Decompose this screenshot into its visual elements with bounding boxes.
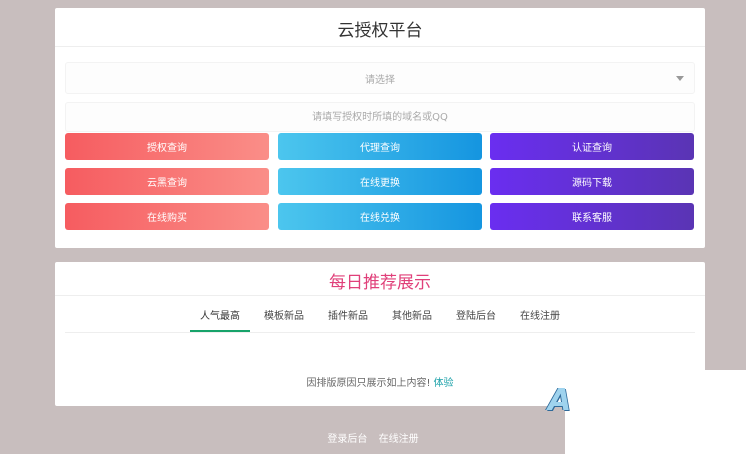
- auth-card: 云授权平台 请选择 授权查询 代理查询 认证查询 云黑查询 在线更换 源码下载 …: [55, 8, 705, 248]
- blacklist-query-button[interactable]: 云黑查询: [65, 168, 269, 195]
- auth-query-button[interactable]: 授权查询: [65, 133, 269, 160]
- blank-overlay: [565, 370, 746, 454]
- try-link[interactable]: 体验: [434, 378, 454, 389]
- online-change-button[interactable]: 在线更换: [278, 168, 482, 195]
- agent-query-button[interactable]: 代理查询: [278, 133, 482, 160]
- source-download-button[interactable]: 源码下载: [490, 168, 694, 195]
- tab-template-new[interactable]: 模板新品: [252, 308, 316, 332]
- certify-query-button[interactable]: 认证查询: [490, 133, 694, 160]
- watermark-logo: A: [548, 383, 572, 418]
- type-select-placeholder: 请选择: [365, 74, 395, 86]
- domain-qq-input[interactable]: [65, 102, 695, 132]
- tabs-divider: [65, 332, 695, 333]
- tab-register[interactable]: 在线注册: [508, 308, 572, 332]
- title-divider: [55, 46, 705, 47]
- tab-login-backend[interactable]: 登陆后台: [444, 308, 508, 332]
- contact-support-button[interactable]: 联系客服: [490, 203, 694, 230]
- type-select[interactable]: 请选择: [65, 62, 695, 94]
- online-redeem-button[interactable]: 在线兑换: [278, 203, 482, 230]
- online-buy-button[interactable]: 在线购买: [65, 203, 269, 230]
- tab-popular[interactable]: 人气最高: [188, 308, 252, 332]
- title-divider: [55, 295, 705, 296]
- auth-card-title: 云授权平台: [337, 21, 423, 41]
- recommend-card-title: 每日推荐展示: [329, 273, 431, 293]
- tab-other-new[interactable]: 其他新品: [380, 308, 444, 332]
- tab-plugin-new[interactable]: 插件新品: [316, 308, 380, 332]
- recommend-tabs: 人气最高 模板新品 插件新品 其他新品 登陆后台 在线注册: [55, 308, 705, 332]
- footer-login-link[interactable]: 登录后台: [327, 434, 367, 445]
- footer-register-link[interactable]: 在线注册: [379, 434, 419, 445]
- notice-text: 因排版原因只展示如上内容!: [306, 378, 431, 389]
- chevron-down-icon: [676, 76, 684, 81]
